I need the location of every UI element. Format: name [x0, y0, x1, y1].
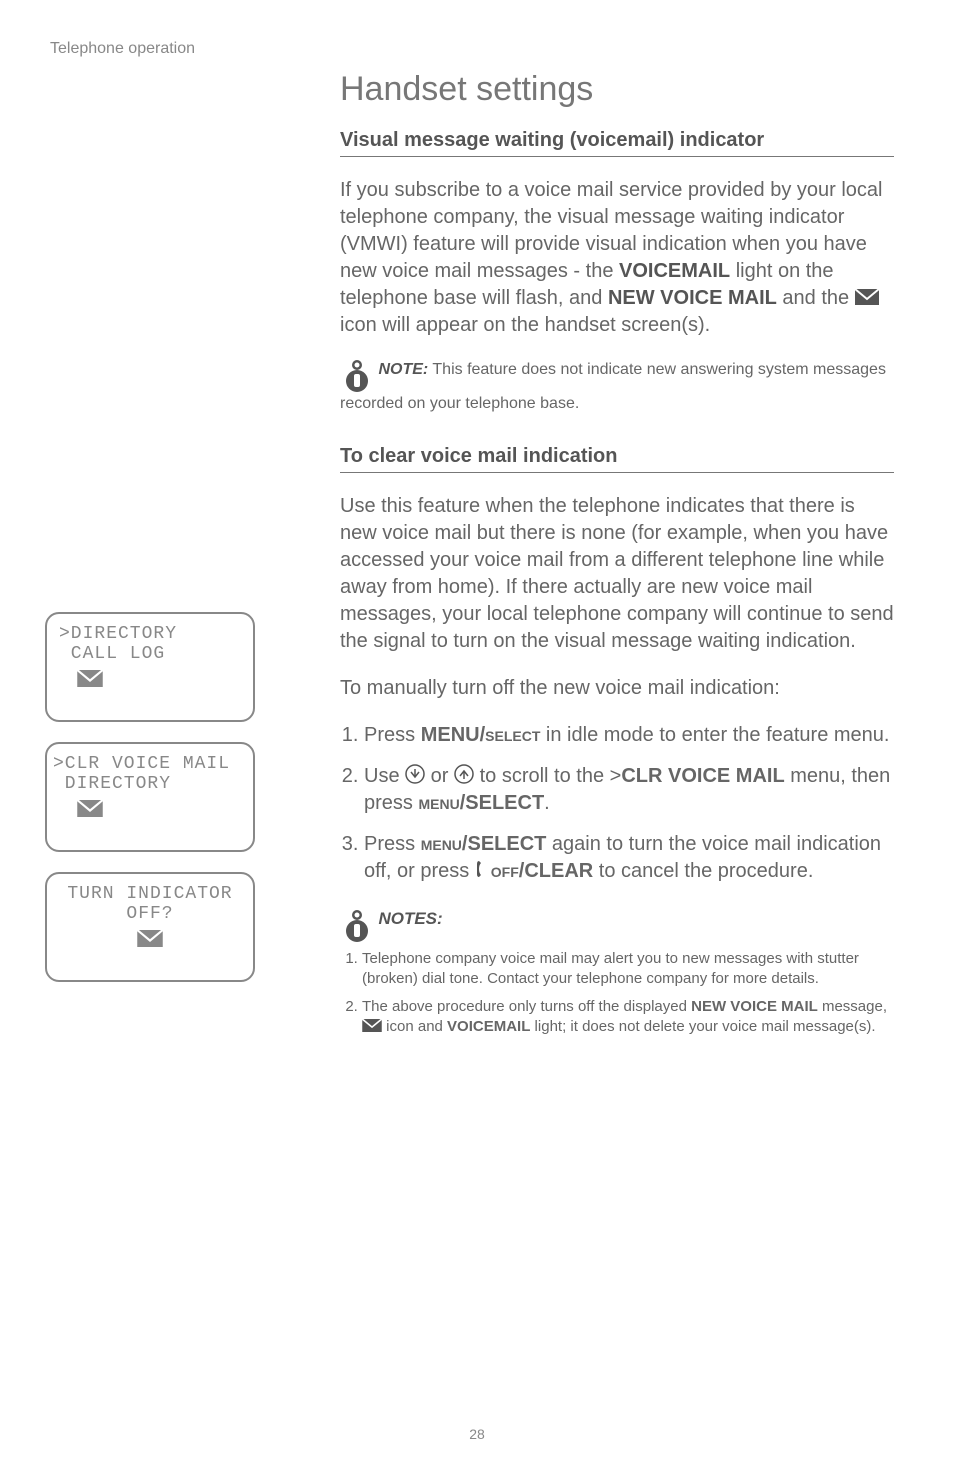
text: in idle mode to enter the feature menu. [540, 724, 889, 746]
voicemail-strong: VOICEMAIL [619, 260, 730, 282]
text: . [544, 792, 550, 814]
select-key: select [485, 724, 540, 746]
down-arrow-icon [405, 764, 425, 784]
text: icon and [382, 1018, 447, 1035]
breadcrumb: Telephone operation [50, 40, 894, 58]
mail-icon [362, 1019, 382, 1032]
section-heading-vmwi: Visual message waiting (voicemail) indic… [340, 129, 894, 157]
step-2: Use or to scroll to the >CLR VOICE MAIL … [364, 763, 894, 817]
notes-block: NOTES: Telephone company voice mail may … [340, 909, 894, 1038]
menu-key: MENU/ [421, 724, 485, 746]
menu-key: menu [418, 792, 459, 814]
lcd-line: OFF? [53, 904, 247, 924]
clear-paragraph-2: To manually turn off the new voice mail … [340, 675, 894, 702]
mail-icon [137, 930, 163, 947]
note-block: NOTE: This feature does not indicate new… [340, 359, 894, 415]
step-1: Press MENU/select in idle mode to enter … [364, 722, 894, 749]
mail-icon [855, 289, 879, 305]
text: Press [364, 724, 421, 746]
select-key: /SELECT [460, 792, 544, 814]
lcd-screen-2: >CLR VOICE MAIL DIRECTORY [45, 742, 255, 852]
vmwi-paragraph: If you subscribe to a voice mail service… [340, 177, 894, 339]
lcd-screen-3: TURN INDICATOR OFF? [45, 872, 255, 982]
mail-icon [77, 800, 103, 817]
clr-voice-mail-strong: CLR VOICE MAIL [621, 765, 784, 787]
select-key: /SELECT [462, 833, 546, 855]
voicemail-strong: VOICEMAIL [447, 1018, 530, 1035]
menu-key: menu [421, 833, 462, 855]
text: to scroll to the > [474, 765, 621, 787]
note-item-1: Telephone company voice mail may alert y… [362, 949, 894, 990]
text: Press [364, 833, 421, 855]
notes-label: NOTES: [378, 909, 442, 928]
text: and the [777, 287, 855, 309]
info-icon [340, 359, 374, 393]
lcd-line: DIRECTORY [53, 774, 247, 794]
note-item-2: The above procedure only turns off the d… [362, 997, 894, 1038]
text: to cancel the procedure. [593, 860, 813, 882]
step-3: Press menu/SELECT again to turn the voic… [364, 831, 894, 885]
handset-icon [475, 859, 491, 879]
text: light; it does not delete your voice mai… [530, 1018, 875, 1035]
up-arrow-icon [454, 764, 474, 784]
page-title: Handset settings [340, 70, 894, 109]
text: message, [818, 998, 887, 1015]
new-voice-mail-strong: NEW VOICE MAIL [608, 287, 777, 309]
lcd-screen-1: >DIRECTORY CALL LOG [45, 612, 255, 722]
text: icon will appear on the handset screen(s… [340, 314, 710, 336]
info-icon [340, 909, 374, 943]
text: or [425, 765, 454, 787]
lcd-line: >CLR VOICE MAIL [53, 754, 247, 774]
page-number: 28 [0, 1426, 954, 1442]
lcd-line: TURN INDICATOR [53, 884, 247, 904]
text: The above procedure only turns off the d… [362, 998, 691, 1015]
mail-icon [77, 670, 103, 687]
steps-list: Press MENU/select in idle mode to enter … [340, 722, 894, 885]
off-key: off [491, 860, 519, 882]
sidebar: >DIRECTORY CALL LOG >CLR VOICE MAIL DIRE… [45, 612, 255, 1002]
lcd-line: >DIRECTORY [59, 624, 247, 644]
new-voice-mail-strong: NEW VOICE MAIL [691, 998, 818, 1015]
text: Use [364, 765, 405, 787]
clear-key: /CLEAR [519, 860, 593, 882]
section-heading-clear: To clear voice mail indication [340, 445, 894, 473]
clear-paragraph-1: Use this feature when the telephone indi… [340, 493, 894, 655]
note-label: NOTE: [378, 361, 428, 378]
lcd-line: CALL LOG [59, 644, 247, 664]
